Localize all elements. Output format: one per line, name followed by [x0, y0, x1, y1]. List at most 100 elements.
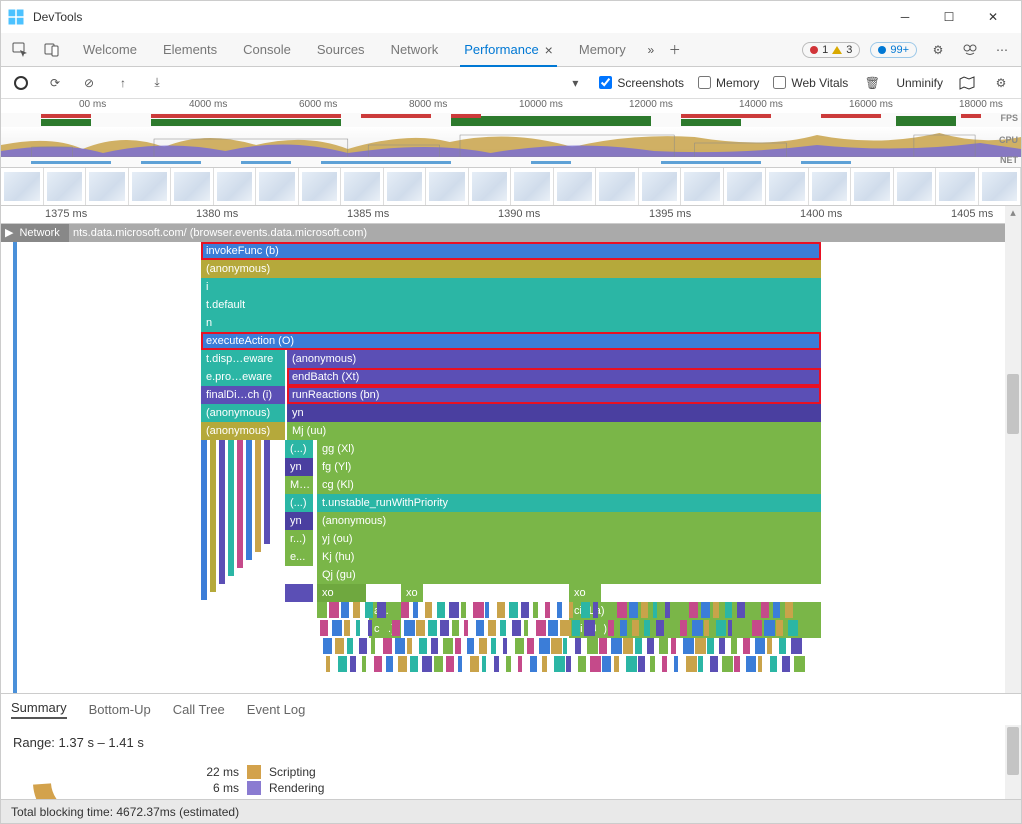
flame-bar[interactable]: M...: [285, 476, 313, 494]
flame-row: (anonymous): [1, 260, 1005, 278]
flame-bar[interactable]: finalDi…ch (i): [201, 386, 285, 404]
tab-sources[interactable]: Sources: [305, 33, 377, 67]
clear-button[interactable]: ⊘: [79, 73, 99, 93]
cpu-lane: CPU: [1, 127, 1021, 157]
window-minimize[interactable]: ─: [883, 2, 927, 32]
summary-scrollbar[interactable]: [1005, 725, 1021, 799]
tab-calltree[interactable]: Call Tree: [173, 702, 225, 717]
tab-console[interactable]: Console: [231, 33, 303, 67]
flame-bar[interactable]: executeAction (O): [201, 332, 821, 350]
device-icon[interactable]: [41, 39, 63, 61]
add-tab-icon[interactable]: ＋: [664, 39, 686, 61]
flame-bar[interactable]: endBatch (Xt): [287, 368, 821, 386]
tab-bottomup[interactable]: Bottom-Up: [89, 702, 151, 717]
flame-chart[interactable]: ▶ Network nts.data.microsoft.com/ (brows…: [1, 224, 1021, 693]
flame-bar[interactable]: Qj (gu): [317, 566, 821, 584]
flame-bar[interactable]: yj (ou): [317, 530, 821, 548]
more-tabs-icon[interactable]: »: [640, 39, 662, 61]
screenshot-filmstrip[interactable]: [1, 168, 1021, 206]
flame-row: (...)t.unstable_runWithPriority: [1, 494, 1005, 512]
flame-bar[interactable]: (anonymous): [201, 422, 285, 440]
tab-eventlog[interactable]: Event Log: [247, 702, 306, 717]
flame-bar[interactable]: (anonymous): [201, 260, 821, 278]
flame-bar[interactable]: (anonymous): [287, 350, 821, 368]
flame-bar[interactable]: e...: [285, 548, 313, 566]
messages-badge[interactable]: 99+: [870, 42, 917, 58]
unminify-label[interactable]: Unminify: [896, 76, 943, 90]
screenshots-checkbox[interactable]: Screenshots: [599, 76, 684, 90]
inspect-icon[interactable]: [9, 39, 31, 61]
tab-performance[interactable]: Performance×: [452, 33, 565, 67]
flame-bar[interactable]: i: [201, 278, 821, 296]
flame-row: ynfg (Yl): [1, 458, 1005, 476]
net-lane: NET: [1, 157, 1021, 167]
flame-row: (...)gg (Xl): [1, 440, 1005, 458]
flame-bar[interactable]: r...): [285, 530, 313, 548]
flame-bar[interactable]: e.pro…eware: [201, 368, 285, 386]
flame-bar[interactable]: t.unstable_runWithPriority: [317, 494, 821, 512]
kebab-icon[interactable]: ⋯: [991, 39, 1013, 61]
record-button[interactable]: [11, 73, 31, 93]
flame-bar[interactable]: yn: [285, 512, 313, 530]
flame-bar[interactable]: t.disp…eware: [201, 350, 285, 368]
sourcemap-icon[interactable]: [957, 73, 977, 93]
expand-icon[interactable]: ▶: [5, 226, 13, 239]
memory-checkbox[interactable]: Memory: [698, 76, 759, 90]
gear-icon[interactable]: ⚙: [927, 39, 949, 61]
overview-ruler: 00 ms 4000 ms 6000 ms 8000 ms 10000 ms 1…: [1, 99, 1021, 113]
flame-bar[interactable]: runReactions (bn): [287, 386, 821, 404]
ruler-scroll-up[interactable]: ▴: [1005, 206, 1021, 224]
window-title: DevTools: [33, 10, 82, 24]
flame-row: t.disp…eware(anonymous): [1, 350, 1005, 368]
flame-row: e.pro…ewareendBatch (Xt): [1, 368, 1005, 386]
flame-bar[interactable]: cg (Kl): [317, 476, 821, 494]
tab-summary[interactable]: Summary: [11, 700, 67, 719]
upload-icon[interactable]: ↑: [113, 73, 133, 93]
overview-pane[interactable]: 00 ms 4000 ms 6000 ms 8000 ms 10000 ms 1…: [1, 99, 1021, 168]
detail-ruler[interactable]: 1375 ms 1380 ms 1385 ms 1390 ms 1395 ms …: [1, 206, 1021, 224]
flame-bar[interactable]: (anonymous): [201, 404, 285, 422]
errors-warnings-badge[interactable]: 1 3: [802, 42, 860, 58]
flame-bar[interactable]: xo: [401, 584, 423, 602]
flame-row: (anonymous)yn: [1, 404, 1005, 422]
flame-bar[interactable]: gg (Xl): [317, 440, 821, 458]
tab-welcome[interactable]: Welcome: [71, 33, 149, 67]
reload-record-button[interactable]: ⟳: [45, 73, 65, 93]
performance-toolbar: ⟳ ⊘ ↑ ⤓ ▾ Screenshots Memory Web Vitals …: [1, 67, 1021, 99]
feedback-icon[interactable]: [959, 39, 981, 61]
summary-legend: 22 msScripting 6 msRendering: [201, 763, 324, 797]
flame-bar[interactable]: t.default: [201, 296, 821, 314]
network-resource[interactable]: nts.data.microsoft.com/ (browser.events.…: [69, 224, 1021, 242]
flame-row: finalDi…ch (i)runReactions (bn): [1, 386, 1005, 404]
flame-bar[interactable]: yn: [285, 458, 313, 476]
flame-row: i: [1, 278, 1005, 296]
tab-network[interactable]: Network: [379, 33, 451, 67]
flame-bar[interactable]: Kj (hu): [317, 548, 821, 566]
close-icon[interactable]: ×: [545, 42, 553, 58]
network-track-header[interactable]: ▶ Network nts.data.microsoft.com/ (brows…: [1, 224, 1021, 242]
tab-elements[interactable]: Elements: [151, 33, 229, 67]
settings-gear-icon[interactable]: ⚙: [991, 73, 1011, 93]
flame-bar[interactable]: xo: [569, 584, 601, 602]
webvitals-checkbox[interactable]: Web Vitals: [773, 76, 848, 90]
flame-bar[interactable]: (...): [285, 440, 313, 458]
download-icon[interactable]: ⤓: [147, 73, 167, 93]
tab-memory[interactable]: Memory: [567, 33, 638, 67]
flame-scrollbar[interactable]: [1005, 224, 1021, 693]
window-close[interactable]: ✕: [971, 2, 1015, 32]
flame-row: (anonymous)Mj (uu): [1, 422, 1005, 440]
flame-bar[interactable]: (...): [285, 494, 313, 512]
flame-row: invokeFunc (b): [1, 242, 1005, 260]
flame-bar[interactable]: xo: [317, 584, 366, 602]
window-maximize[interactable]: ☐: [927, 2, 971, 32]
flame-row: e...Kj (hu): [1, 548, 1005, 566]
flame-bar[interactable]: (anonymous): [317, 512, 821, 530]
history-dropdown[interactable]: ▾: [565, 73, 585, 93]
flame-row: yn(anonymous): [1, 512, 1005, 530]
flame-bar[interactable]: yn: [287, 404, 821, 422]
flame-bar[interactable]: n: [201, 314, 821, 332]
trash-icon[interactable]: 🗑: [862, 73, 882, 93]
flame-bar[interactable]: Mj (uu): [287, 422, 821, 440]
flame-bar[interactable]: fg (Yl): [317, 458, 821, 476]
flame-bar[interactable]: invokeFunc (b): [201, 242, 821, 260]
